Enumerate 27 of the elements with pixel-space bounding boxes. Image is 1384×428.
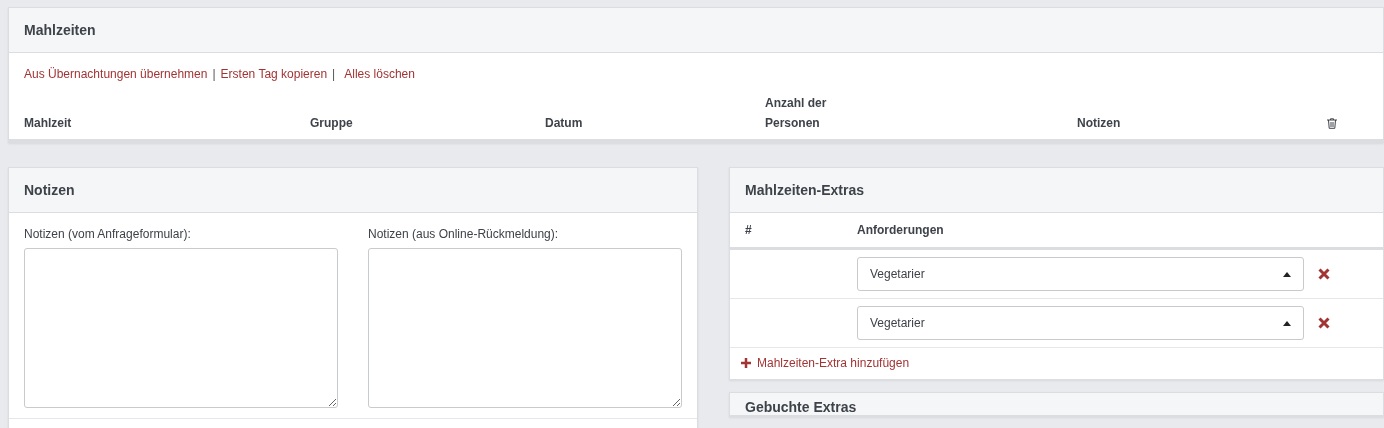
panel-title: Gebuchte Extras bbox=[745, 399, 857, 415]
column-header: Mahlzeit bbox=[24, 115, 73, 132]
action-link[interactable]: Aus Übernachtungen übernehmen bbox=[24, 67, 208, 81]
column-header: Anzahl der Personen bbox=[765, 95, 828, 132]
separator: | bbox=[212, 67, 216, 81]
field-label: Notizen (aus Online-Rückmeldung): bbox=[368, 227, 560, 241]
delete-icon[interactable] bbox=[1318, 268, 1330, 280]
separator: | bbox=[332, 67, 336, 81]
trash-icon[interactable] bbox=[1327, 118, 1337, 129]
caret-icon bbox=[1283, 271, 1291, 277]
column-header: Datum bbox=[545, 115, 584, 132]
column-header: Notizen bbox=[1077, 115, 1122, 132]
delete-icon[interactable] bbox=[1318, 317, 1330, 329]
caret-icon bbox=[1283, 320, 1291, 326]
field-label: Notizen (vom Anfrageformular): bbox=[24, 227, 192, 241]
panel-title: Notizen bbox=[24, 182, 75, 198]
column-header: Gruppe bbox=[310, 115, 354, 132]
action-link[interactable]: Alles löschen bbox=[344, 67, 415, 81]
panel-title: Mahlzeiten bbox=[24, 22, 96, 38]
action-link[interactable]: Ersten Tag kopieren bbox=[220, 67, 328, 81]
requirement-select[interactable]: Vegetarier bbox=[857, 257, 1304, 291]
panel-title: Mahlzeiten-Extras bbox=[745, 182, 865, 198]
plus-icon[interactable] bbox=[741, 358, 751, 368]
requirement-select[interactable]: Vegetarier bbox=[857, 306, 1304, 340]
add-link[interactable]: Mahlzeiten-Extra hinzufügen bbox=[757, 356, 910, 370]
column-header: Anforderungen bbox=[857, 222, 945, 239]
column-header: # bbox=[745, 222, 753, 239]
